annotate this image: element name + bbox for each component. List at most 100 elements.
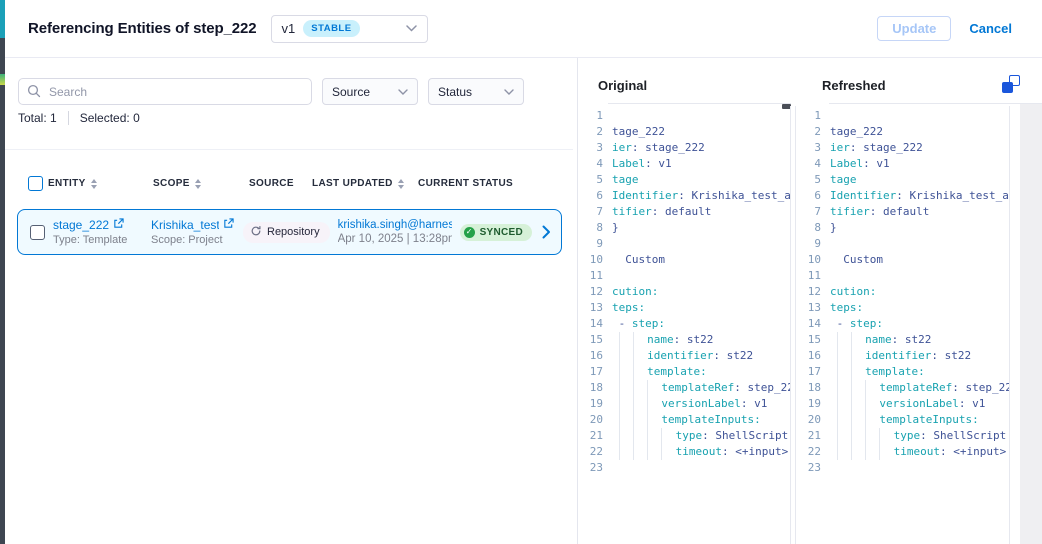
code-line: 4Label: v1 — [796, 156, 1009, 172]
line-number: 1 — [578, 108, 612, 124]
status-filter-dropdown[interactable]: Status — [428, 78, 524, 105]
source-filter-dropdown[interactable]: Source — [322, 78, 418, 105]
code-line: 8} — [578, 220, 790, 236]
source-badge: Repository — [243, 222, 330, 243]
code-text: templateInputs: — [612, 413, 761, 426]
column-last-updated[interactable]: LAST UPDATED — [312, 178, 404, 189]
cancel-button[interactable]: Cancel — [969, 21, 1012, 36]
line-number: 9 — [796, 236, 830, 252]
line-number: 9 — [578, 236, 612, 252]
code-text: tage_222 — [830, 125, 883, 138]
column-label: ENTITY — [48, 178, 86, 189]
code-line: 5tage — [796, 172, 1009, 188]
chevron-right-icon[interactable] — [542, 225, 551, 239]
original-code-editor[interactable]: 12tage_2223ier: stage_2224Label: v15tage… — [578, 106, 791, 544]
code-line: 3ier: stage_222 — [578, 140, 790, 156]
code-line: 6Identifier: Krishika_test_aut — [796, 188, 1009, 204]
code-text: ier: stage_222 — [612, 141, 705, 154]
referencing-entities-drawer: { "header": { "title": "Referencing Enti… — [0, 0, 1042, 544]
divider — [608, 103, 791, 104]
divider — [5, 149, 573, 150]
table-row[interactable]: stage_222 Type: Template Krishika_test_a… — [17, 209, 562, 255]
code-line: 13teps: — [578, 300, 790, 316]
external-link-icon[interactable] — [223, 218, 234, 232]
sort-icon[interactable] — [398, 179, 404, 189]
line-number: 6 — [578, 188, 612, 204]
line-number: 10 — [796, 252, 830, 268]
line-number: 12 — [578, 284, 612, 300]
entity-type: Type: Template — [53, 234, 143, 246]
status-badge: ✓ SYNCED — [460, 224, 532, 241]
column-source: SOURCE — [249, 178, 294, 189]
code-line: 7tifier: default — [796, 204, 1009, 220]
line-number: 14 — [578, 316, 612, 332]
column-label: LAST UPDATED — [312, 178, 393, 189]
line-number: 17 — [796, 364, 830, 380]
line-number: 4 — [578, 156, 612, 172]
line-number: 1 — [796, 108, 830, 124]
entity-link[interactable]: stage_222 — [53, 218, 109, 232]
select-all-checkbox[interactable] — [28, 176, 43, 191]
update-button[interactable]: Update — [877, 16, 951, 41]
column-scope[interactable]: SCOPE — [153, 178, 201, 189]
chevron-down-icon — [406, 25, 417, 32]
code-text: } — [830, 221, 837, 234]
code-line: 2tage_222 — [578, 124, 790, 140]
code-line: 7tifier: default — [578, 204, 790, 220]
code-line: 10 Custom — [578, 252, 790, 268]
code-text: - step: — [830, 317, 883, 330]
line-number: 16 — [578, 348, 612, 364]
status-filter-label: Status — [438, 85, 472, 99]
updated-at: Apr 10, 2025 | 13:28pm — [338, 233, 452, 245]
search-input[interactable] — [18, 78, 312, 105]
code-line: 12cution: — [578, 284, 790, 300]
line-number: 22 — [578, 444, 612, 460]
line-number: 13 — [796, 300, 830, 316]
line-number: 11 — [578, 268, 612, 284]
external-link-icon[interactable] — [113, 218, 124, 232]
column-entity[interactable]: ENTITY — [48, 178, 97, 189]
code-text: identifier: st22 — [612, 349, 753, 362]
line-number: 11 — [796, 268, 830, 284]
code-line: 19 versionLabel: v1 — [796, 396, 1009, 412]
row-checkbox[interactable] — [30, 225, 45, 240]
line-number: 12 — [796, 284, 830, 300]
source-filter-label: Source — [332, 85, 370, 99]
line-number: 7 — [796, 204, 830, 220]
sort-icon[interactable] — [91, 179, 97, 189]
line-number: 15 — [796, 332, 830, 348]
code-text: teps: — [830, 301, 863, 314]
code-line: 3ier: stage_222 — [796, 140, 1009, 156]
code-text: type: ShellScript — [830, 429, 1006, 442]
code-text: templateRef: step_222 — [830, 381, 1010, 394]
code-line: 4Label: v1 — [578, 156, 790, 172]
diff-scrollbar-area[interactable] — [1020, 104, 1042, 544]
code-line: 23 — [796, 460, 1009, 476]
version-select[interactable]: v1 STABLE — [271, 15, 428, 43]
line-number: 8 — [578, 220, 612, 236]
code-text: identifier: st22 — [830, 349, 971, 362]
code-line: 21 type: ShellScript — [578, 428, 790, 444]
column-label: SOURCE — [249, 178, 294, 189]
line-number: 17 — [578, 364, 612, 380]
code-line: 11 — [578, 268, 790, 284]
copy-icon[interactable] — [1002, 75, 1020, 93]
code-text: tage — [830, 173, 857, 186]
selected-count: Selected: 0 — [80, 111, 140, 125]
code-text: name: st22 — [830, 333, 931, 346]
sort-icon[interactable] — [195, 179, 201, 189]
line-number: 15 — [578, 332, 612, 348]
line-number: 2 — [796, 124, 830, 140]
code-line: 13teps: — [796, 300, 1009, 316]
scope-link[interactable]: Krishika_test_au... — [151, 218, 219, 232]
code-text: Custom — [830, 253, 883, 266]
refreshed-code-editor[interactable]: 12tage_2223ier: stage_2224Label: v15tage… — [795, 106, 1010, 544]
line-number: 22 — [796, 444, 830, 460]
line-number: 2 — [578, 124, 612, 140]
version-value: v1 — [282, 21, 296, 36]
scope-sub: Scope: Project — [151, 234, 235, 246]
code-text: Identifier: Krishika_test_aut — [830, 189, 1010, 202]
updated-by-link[interactable]: krishika.singh@harnes... — [338, 219, 452, 231]
column-label: CURRENT STATUS — [418, 178, 513, 189]
code-text: template: — [612, 365, 707, 378]
